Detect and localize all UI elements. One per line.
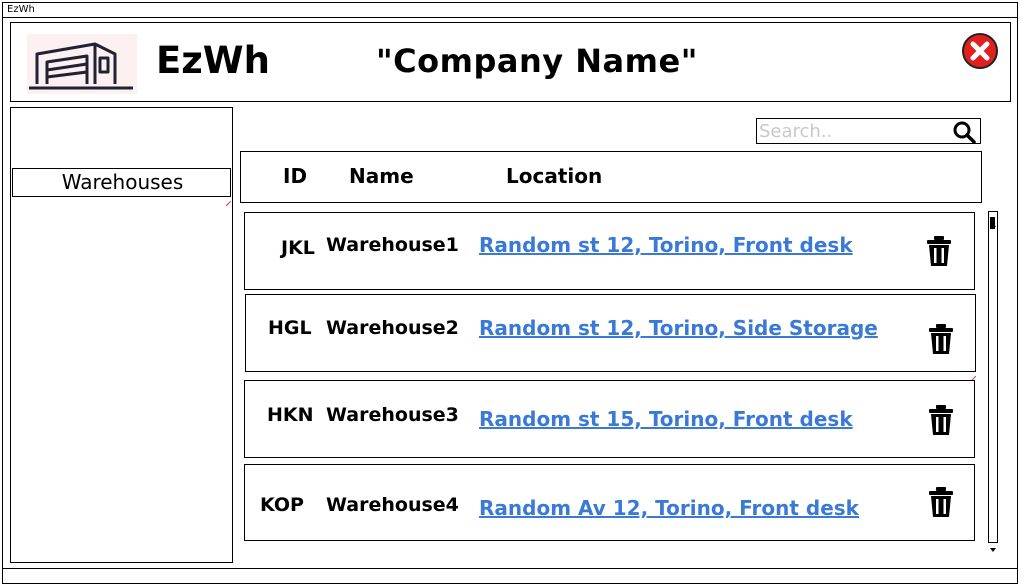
sidebar-item-warehouses[interactable]: Warehouses xyxy=(12,168,231,197)
trash-icon[interactable] xyxy=(927,404,955,436)
row-location-link[interactable]: Random Av 12, Torino, Front desk xyxy=(479,495,859,521)
row-location-link[interactable]: Random st 12, Torino, Front desk xyxy=(479,232,853,258)
row-name: Warehouse1 xyxy=(326,234,459,256)
resize-grip-icon xyxy=(225,191,232,207)
resize-grip-icon xyxy=(969,284,976,300)
search-box xyxy=(756,118,981,144)
row-location-link[interactable]: Random st 15, Torino, Front desk xyxy=(479,406,853,432)
close-icon[interactable] xyxy=(961,32,999,70)
trash-icon[interactable] xyxy=(927,323,955,355)
search-icon[interactable] xyxy=(951,120,977,144)
vertical-scrollbar[interactable] xyxy=(988,211,998,543)
row-name: Warehouse3 xyxy=(326,404,459,426)
column-header-location: Location xyxy=(506,164,603,188)
row-name: Warehouse2 xyxy=(326,317,459,339)
row-id: HKN xyxy=(267,404,314,426)
row-id: KOP xyxy=(260,494,304,516)
row-id: JKL xyxy=(281,237,315,259)
column-header-name: Name xyxy=(349,164,414,188)
sidebar-item-label: Warehouses xyxy=(61,170,184,194)
column-header-id: ID xyxy=(283,164,308,188)
title-bar xyxy=(3,3,1017,18)
status-bar-divider xyxy=(3,568,1017,569)
trash-icon[interactable] xyxy=(925,235,953,267)
resize-grip-icon xyxy=(970,366,977,382)
window-title: EzWh xyxy=(7,4,35,15)
scroll-down-icon[interactable] xyxy=(990,537,996,552)
row-id: HGL xyxy=(268,317,312,339)
company-name: "Company Name" xyxy=(376,42,698,80)
row-name: Warehouse4 xyxy=(326,494,459,516)
warehouse-icon xyxy=(27,34,137,94)
search-input[interactable] xyxy=(759,121,949,141)
scroll-thumb[interactable] xyxy=(990,217,995,229)
app-name: EzWh xyxy=(156,39,270,82)
row-location-link[interactable]: Random st 12, Torino, Side Storage xyxy=(479,315,878,341)
scroll-up-icon[interactable] xyxy=(990,212,996,227)
trash-icon[interactable] xyxy=(927,486,955,518)
